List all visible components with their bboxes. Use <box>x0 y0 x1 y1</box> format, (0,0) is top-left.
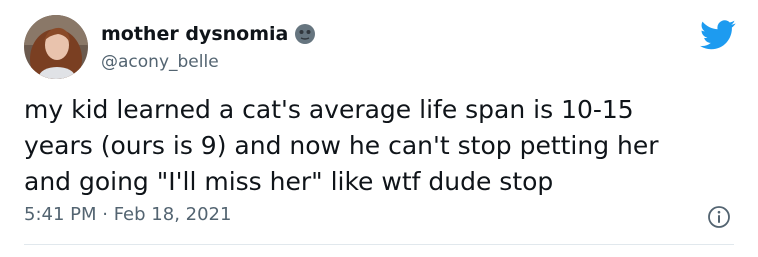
tweet-text: my kid learned a cat's average life span… <box>24 95 659 196</box>
twitter-bird-icon[interactable] <box>700 20 736 50</box>
avatar[interactable] <box>24 15 88 79</box>
author-block: mother dysnomia @acony_belle <box>101 22 316 72</box>
display-name[interactable]: mother dysnomia <box>101 23 288 45</box>
divider <box>24 244 734 245</box>
info-icon[interactable] <box>707 205 731 229</box>
tweet-timestamp[interactable]: 5:41 PM · Feb 18, 2021 <box>24 204 231 225</box>
tweet-card: mother dysnomia @acony_belle my kid lear… <box>0 0 758 257</box>
user-handle[interactable]: @acony_belle <box>101 52 316 72</box>
name-row: mother dysnomia <box>101 22 316 46</box>
new-moon-face-icon <box>294 23 316 45</box>
